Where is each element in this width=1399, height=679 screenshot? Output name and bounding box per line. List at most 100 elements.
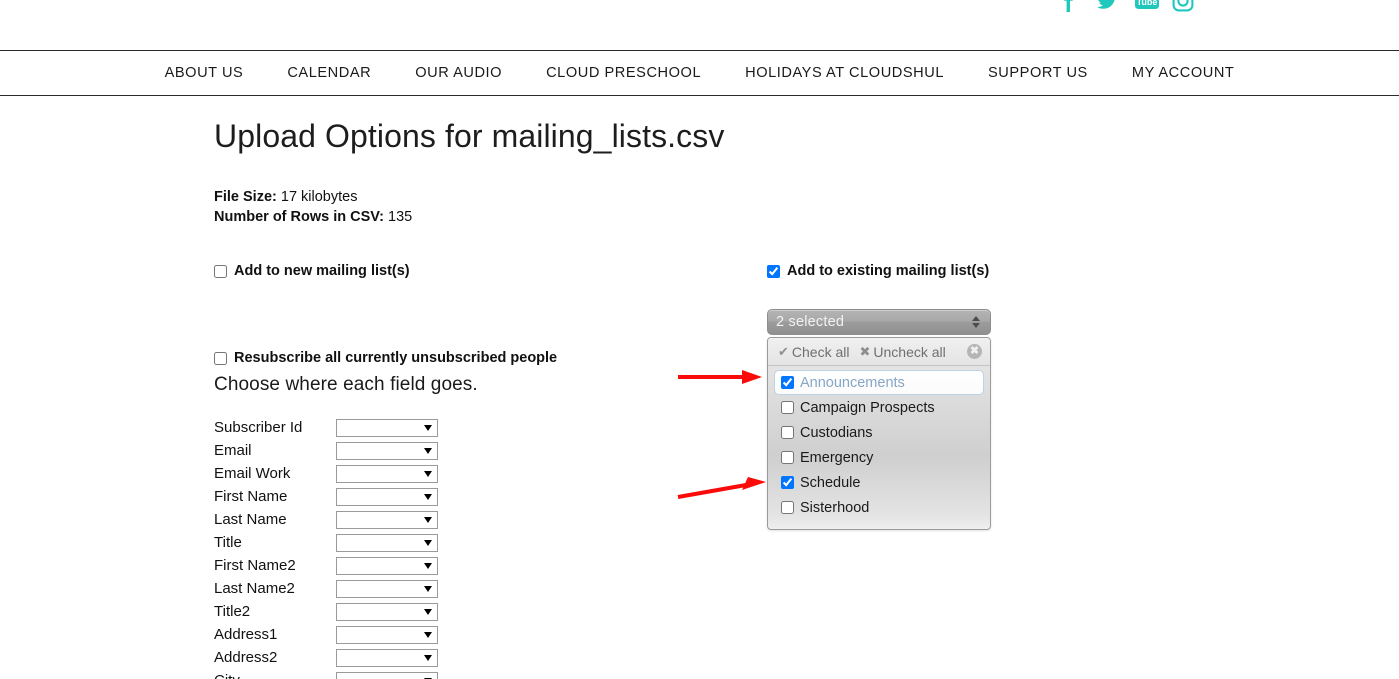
file-size-row: File Size: 17 kilobytes	[214, 188, 1399, 208]
add-existing-mailing-list-row[interactable]: Add to existing mailing list(s)	[767, 263, 1087, 279]
chevron-down-icon	[424, 608, 432, 615]
multiselect-panel: ✔ Check all ✖ Uncheck all ✖ Announcement…	[767, 337, 991, 530]
field-target-select[interactable]	[336, 441, 438, 460]
uncheck-all-label: Uncheck all	[873, 343, 946, 360]
multiselect-option-label: Announcements	[800, 374, 905, 391]
field-target-select[interactable]	[336, 625, 438, 644]
field-mapping-row: First Name	[214, 485, 774, 508]
page-title: Upload Options for mailing_lists.csv	[214, 118, 725, 154]
add-new-mailing-list-row[interactable]: Add to new mailing list(s)	[214, 263, 774, 279]
choose-fields-heading: Choose where each field goes.	[214, 374, 478, 395]
main-navigation: ABOUT US CALENDAR OUR AUDIO CLOUD PRESCH…	[0, 51, 1399, 96]
top-social-bar: Tube	[0, 0, 1399, 51]
check-all-button[interactable]: ✔ Check all	[778, 344, 850, 360]
uncheck-all-button[interactable]: ✖ Uncheck all	[860, 344, 946, 360]
field-target-select[interactable]	[336, 602, 438, 621]
field-target-select[interactable]	[336, 418, 438, 437]
field-label: First Name2	[214, 557, 296, 574]
multiselect-option-checkbox[interactable]	[781, 376, 794, 389]
field-mapping-row: City	[214, 669, 774, 679]
file-size-label: File Size:	[214, 189, 277, 205]
instagram-icon[interactable]	[1172, 0, 1194, 12]
multiselect-toggle-button[interactable]: 2 selected	[767, 309, 991, 335]
social-links: Tube	[1058, 0, 1194, 12]
multiselect-option[interactable]: Emergency	[774, 445, 984, 470]
twitter-icon[interactable]	[1096, 0, 1118, 12]
field-label: First Name	[214, 488, 288, 505]
field-label: Address2	[214, 649, 278, 666]
field-label: Title	[214, 534, 242, 551]
chevron-down-icon	[424, 470, 432, 477]
multiselect-toolbar: ✔ Check all ✖ Uncheck all ✖	[768, 338, 990, 366]
nav-item-holidays-at-cloudshul[interactable]: HOLIDAYS AT CLOUDSHUL	[723, 65, 966, 81]
chevron-down-icon	[424, 516, 432, 523]
add-new-mailing-list-label: Add to new mailing list(s)	[234, 263, 410, 279]
chevron-down-icon	[424, 562, 432, 569]
multiselect-option-checkbox[interactable]	[781, 501, 794, 514]
field-target-select[interactable]	[336, 556, 438, 575]
field-mapping-row: Last Name2	[214, 577, 774, 600]
nav-item-our-audio[interactable]: OUR AUDIO	[393, 65, 524, 81]
check-icon: ✔	[778, 343, 789, 359]
field-target-select[interactable]	[336, 579, 438, 598]
multiselect-option[interactable]: Campaign Prospects	[774, 395, 984, 420]
field-label: City	[214, 672, 336, 679]
check-all-label: Check all	[791, 343, 850, 360]
multiselect-option-checkbox[interactable]	[781, 401, 794, 414]
multiselect-option[interactable]: Sisterhood	[774, 495, 984, 520]
facebook-icon[interactable]	[1058, 0, 1080, 12]
chevron-down-icon	[424, 631, 432, 638]
cross-icon: ✖	[859, 343, 871, 359]
chevron-down-icon	[424, 447, 432, 454]
nav-item-support-us[interactable]: SUPPORT US	[966, 65, 1110, 81]
field-target-select[interactable]	[336, 464, 438, 483]
field-mapping-row: Email Work	[214, 462, 774, 485]
nav-item-about-us[interactable]: ABOUT US	[143, 65, 266, 81]
multiselect-option[interactable]: Schedule	[774, 470, 984, 495]
field-label: Email Work	[214, 465, 291, 482]
nav-item-cloud-preschool[interactable]: CLOUD PRESCHOOL	[524, 65, 723, 81]
close-circle-icon[interactable]: ✖	[967, 344, 982, 359]
multiselect-option-label: Sisterhood	[800, 499, 870, 516]
field-label: Last Name2	[214, 580, 295, 597]
spinner-arrows-icon	[972, 316, 980, 328]
chevron-down-icon	[424, 654, 432, 661]
field-mapping-row: Subscriber Id	[214, 416, 774, 439]
add-existing-mailing-list-label: Add to existing mailing list(s)	[787, 263, 990, 279]
field-target-select[interactable]	[336, 648, 438, 667]
field-target-select[interactable]	[336, 671, 438, 679]
multiselect-option-label: Custodians	[800, 424, 873, 441]
multiselect-option-checkbox[interactable]	[781, 476, 794, 489]
row-count-label: Number of Rows in CSV:	[214, 208, 384, 225]
multiselect-option[interactable]: Custodians	[774, 420, 984, 445]
multiselect-options-list: Announcements Campaign Prospects Custodian…	[768, 366, 990, 520]
youtube-icon[interactable]: Tube	[1134, 0, 1159, 12]
field-target-select[interactable]	[336, 510, 438, 529]
field-target-select[interactable]	[336, 487, 438, 506]
chevron-down-icon	[424, 585, 432, 592]
left-options-column: Add to new mailing list(s) Resubscribe a…	[214, 263, 774, 679]
field-mapping-row: First Name2	[214, 554, 774, 577]
multiselect-option[interactable]: Announcements	[774, 370, 984, 395]
field-label: Title2	[214, 603, 251, 620]
svg-text:Tube: Tube	[1137, 0, 1158, 7]
nav-item-my-account[interactable]: MY ACCOUNT	[1110, 65, 1257, 81]
nav-item-calendar[interactable]: CALENDAR	[265, 65, 393, 81]
field-label: Last Name	[214, 511, 287, 528]
add-new-mailing-list-checkbox[interactable]	[214, 264, 227, 278]
row-count-row: Number of Rows in CSV: 135	[214, 208, 1399, 228]
field-target-select[interactable]	[336, 533, 438, 552]
field-label: Subscriber Id	[214, 419, 303, 436]
multiselect-option-checkbox[interactable]	[781, 451, 794, 464]
chevron-down-icon	[424, 539, 432, 546]
multiselect-selected-count: 2 selected	[776, 314, 845, 330]
resubscribe-checkbox[interactable]	[214, 351, 227, 365]
chevron-down-icon	[424, 493, 432, 500]
options-columns: Add to new mailing list(s) Resubscribe a…	[214, 263, 1399, 679]
nav-items: ABOUT US CALENDAR OUR AUDIO CLOUD PRESCH…	[143, 65, 1257, 81]
field-mapping-row: Email	[214, 439, 774, 462]
resubscribe-row[interactable]: Resubscribe all currently unsubscribed p…	[214, 350, 774, 366]
add-existing-mailing-list-checkbox[interactable]	[767, 264, 780, 278]
multiselect-option-checkbox[interactable]	[781, 426, 794, 439]
right-options-column: Add to existing mailing list(s) 2 select…	[767, 263, 1087, 530]
